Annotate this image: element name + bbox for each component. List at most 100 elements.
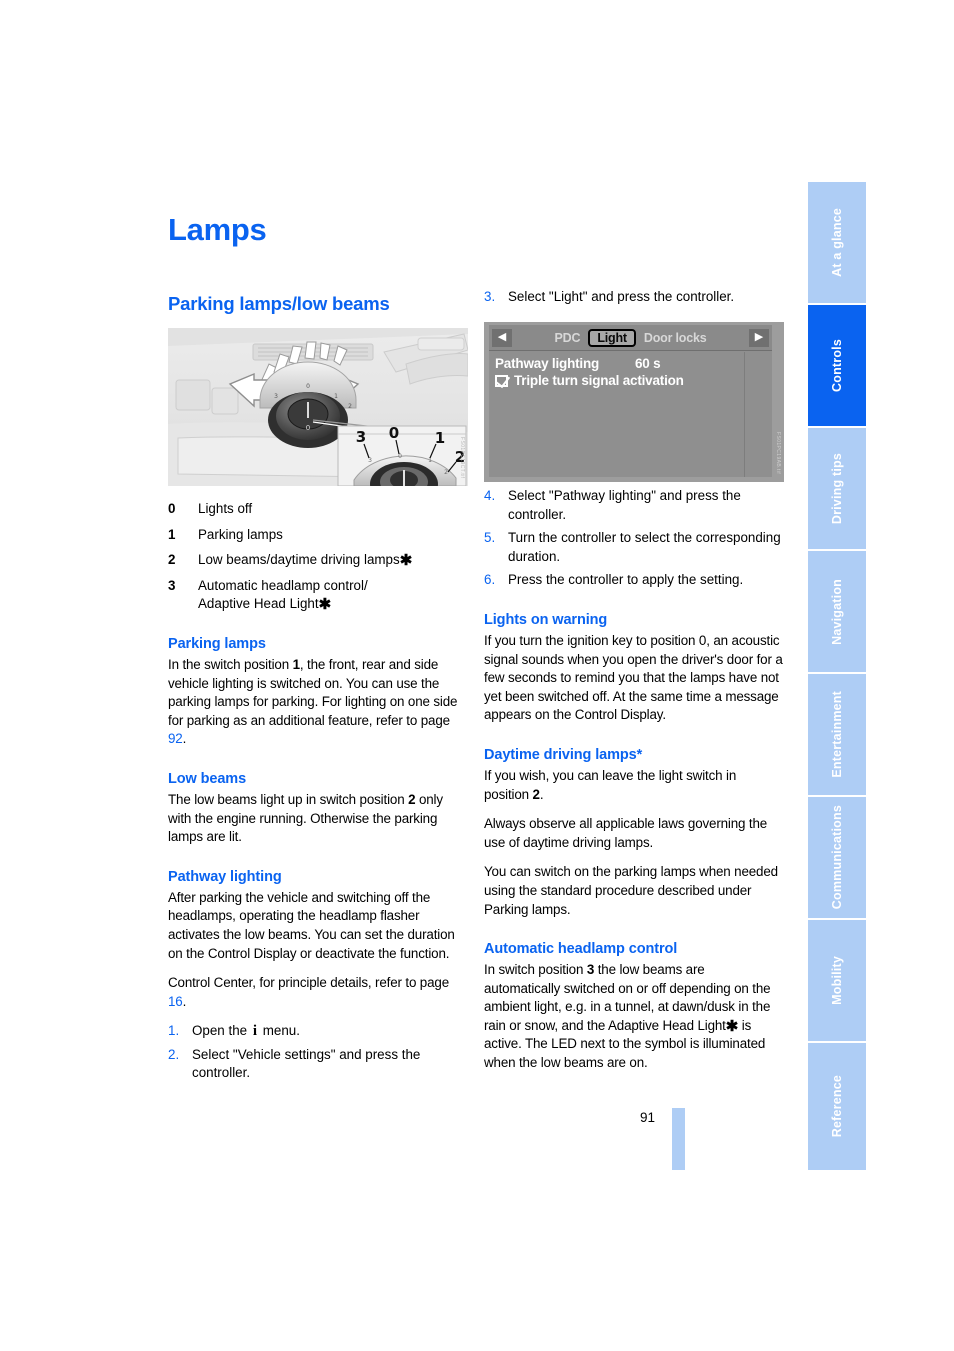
paragraph-low-beams: The low beams light up in switch positio…	[168, 791, 443, 845]
sidebar-tab-controls[interactable]: Controls	[808, 305, 866, 428]
step-text: Press the controller to apply the settin…	[508, 572, 744, 588]
step-number: 4.	[484, 488, 496, 503]
left-column-body: 0 Lights off 1 Parking lamps 2 Low beams…	[168, 496, 468, 1088]
chevron-left-icon[interactable]: ◀	[492, 328, 512, 347]
right-column-top: 3. Select "Light" and press the controll…	[484, 288, 784, 312]
svg-text:0: 0	[306, 383, 310, 390]
manual-page: At a glance Controls Driving tips Naviga…	[0, 0, 954, 1351]
sidebar-tab-entertainment[interactable]: Entertainment	[808, 674, 866, 797]
chevron-right-icon[interactable]: ▶	[749, 328, 770, 347]
subheading-pathway-lighting: Pathway lighting	[168, 868, 282, 885]
list-item: 1. Open the i menu.	[168, 1022, 468, 1041]
subheading-daytime-driving-lamps: Daytime driving lamps*	[484, 746, 643, 763]
idrive-tab-door-locks[interactable]: Door locks	[638, 331, 713, 345]
switch-position-label: Parking lamps	[198, 526, 283, 542]
switch-position-key: 2	[168, 552, 176, 568]
switch-position-label: Lights off	[198, 501, 253, 516]
list-item: 1 Parking lamps	[168, 526, 468, 545]
subheading-parking-lamps: Parking lamps	[168, 635, 266, 652]
paragraph-pathway-lighting-1: After parking the vehicle and switching …	[168, 889, 455, 961]
pathway-lighting-steps: 1. Open the i menu. 2. Select "Vehicle s…	[168, 1022, 468, 1083]
checkbox-checked-icon[interactable]	[495, 375, 508, 387]
page-reference-link[interactable]: 16	[168, 994, 183, 1009]
idrive-row-label: Triple turn signal activation	[514, 373, 684, 388]
paragraph-parking-lamps: In the switch position 1, the front, rea…	[168, 656, 458, 747]
figure-watermark: FS01PC19CT.tif	[459, 436, 465, 478]
optional-equipment-asterisk: ✱	[318, 596, 332, 614]
sidebar-tab-reference[interactable]: Reference	[808, 1043, 866, 1170]
switch-position-key: 1	[168, 526, 176, 542]
list-item: 3. Select "Light" and press the controll…	[484, 288, 784, 307]
sidebar-tab-navigation[interactable]: Navigation	[808, 551, 866, 674]
paragraph-daytime-driving-lamps-2: Always observe all applicable laws gover…	[484, 816, 768, 850]
list-item: 3 Automatic headlamp control/Adaptive He…	[168, 577, 468, 614]
inset-label-0: 0	[389, 424, 399, 442]
step-number: 2.	[168, 1046, 180, 1062]
paragraph-automatic-headlamp-control: In switch position 3 the low beams are a…	[484, 962, 771, 1071]
optional-equipment-asterisk: ✱	[399, 552, 413, 570]
step-text: Turn the controller to select the corres…	[508, 530, 781, 564]
section-heading-parking-lamps-low-beams: Parking lamps/low beams	[168, 293, 390, 314]
sidebar-tab-label: Driving tips	[830, 452, 844, 525]
paragraph-daytime-driving-lamps-3: You can switch on the parking lamps when…	[484, 864, 778, 917]
idrive-menu-icon: i	[252, 1023, 257, 1040]
idrive-menu-body: Pathway lighting 60 s Triple turn signal…	[489, 351, 772, 388]
paragraph-lights-on-warning: If you turn the ignition key to position…	[484, 632, 783, 723]
switch-position-key: 3	[168, 577, 176, 593]
control-display-figure: ◀ PDC Light Door locks ▶ Pathway lightin…	[484, 322, 784, 482]
step-3-list: 3. Select "Light" and press the controll…	[484, 288, 784, 307]
list-item: 5. Turn the controller to select the cor…	[484, 529, 784, 566]
svg-text:2: 2	[348, 403, 352, 410]
idrive-tab-bar: ◀ PDC Light Door locks ▶	[489, 325, 772, 351]
idrive-row-value: 60 s	[635, 356, 661, 371]
step-number: 5.	[484, 530, 496, 546]
figure-watermark: FS01PC19AB.tif	[775, 431, 781, 474]
idrive-row-label: Pathway lighting	[495, 356, 600, 371]
sidebar-tab-mobility[interactable]: Mobility	[808, 920, 866, 1043]
left-column: Lamps Parking lamps/low beams	[168, 212, 468, 324]
list-item: 6. Press the controller to apply the set…	[484, 571, 784, 590]
idrive-row-pathway-lighting[interactable]: Pathway lighting 60 s	[495, 356, 772, 371]
inset-label-3: 3	[356, 428, 366, 446]
pathway-lighting-steps-continued: 4. Select "Pathway lighting" and press t…	[484, 487, 784, 590]
svg-text:3: 3	[274, 393, 278, 400]
switch-position-key: 0	[168, 501, 176, 516]
page-number-bar	[672, 1108, 685, 1170]
sidebar-tab-label: Reference	[830, 1075, 844, 1138]
idrive-screen: ◀ PDC Light Door locks ▶ Pathway lightin…	[489, 325, 772, 477]
paragraph-pathway-lighting-2: Control Center, for principle details, r…	[168, 975, 449, 1009]
switch-position-list: 0 Lights off 1 Parking lamps 2 Low beams…	[168, 500, 468, 614]
idrive-tab-light[interactable]: Light	[588, 328, 636, 347]
optional-equipment-asterisk: ✱	[725, 1017, 739, 1035]
sidebar-tab-label: Communications	[830, 805, 844, 910]
switch-position-label: Automatic headlamp control/Adaptive Head…	[198, 577, 368, 614]
sidebar-tab-label: At a glance	[830, 208, 844, 277]
page-title: Lamps	[168, 212, 267, 247]
light-switch-illustration: 3 0 1 2 0 3 0 1 2 3 0 1 2	[168, 328, 468, 486]
list-item: 2. Select "Vehicle settings" and press t…	[168, 1046, 468, 1083]
step-number: 3.	[484, 289, 496, 304]
idrive-panel-divider	[744, 352, 745, 477]
sidebar-tab-at-a-glance[interactable]: At a glance	[808, 182, 866, 305]
sidebar-tab-label: Mobility	[830, 956, 844, 1005]
section-tabs-sidebar: At a glance Controls Driving tips Naviga…	[808, 182, 866, 1170]
step-text: Select "Pathway lighting" and press the …	[508, 488, 741, 522]
idrive-row-triple-turn-signal[interactable]: Triple turn signal activation	[495, 373, 772, 388]
svg-text:2: 2	[444, 469, 448, 476]
sidebar-tab-label: Navigation	[830, 578, 844, 645]
sidebar-tab-label: Entertainment	[830, 691, 844, 778]
sidebar-tab-communications[interactable]: Communications	[808, 797, 866, 920]
step-text: Select "Light" and press the controller.	[508, 289, 735, 304]
list-item: 4. Select "Pathway lighting" and press t…	[484, 487, 784, 524]
step-number: 6.	[484, 572, 496, 588]
right-column-body: 4. Select "Pathway lighting" and press t…	[484, 487, 784, 1073]
idrive-tab-pdc[interactable]: PDC	[549, 331, 587, 345]
step-number: 1.	[168, 1023, 180, 1039]
inset-label-1: 1	[435, 429, 445, 447]
paragraph-daytime-driving-lamps-1: If you wish, you can leave the light swi…	[484, 767, 737, 802]
step-text: Select "Vehicle settings" and press the …	[192, 1046, 421, 1081]
sidebar-tab-driving-tips[interactable]: Driving tips	[808, 428, 866, 551]
page-reference-link[interactable]: 92	[168, 731, 183, 746]
subheading-lights-on-warning: Lights on warning	[484, 611, 608, 628]
switch-position-label: Low beams/daytime driving lamps✱	[198, 552, 413, 570]
